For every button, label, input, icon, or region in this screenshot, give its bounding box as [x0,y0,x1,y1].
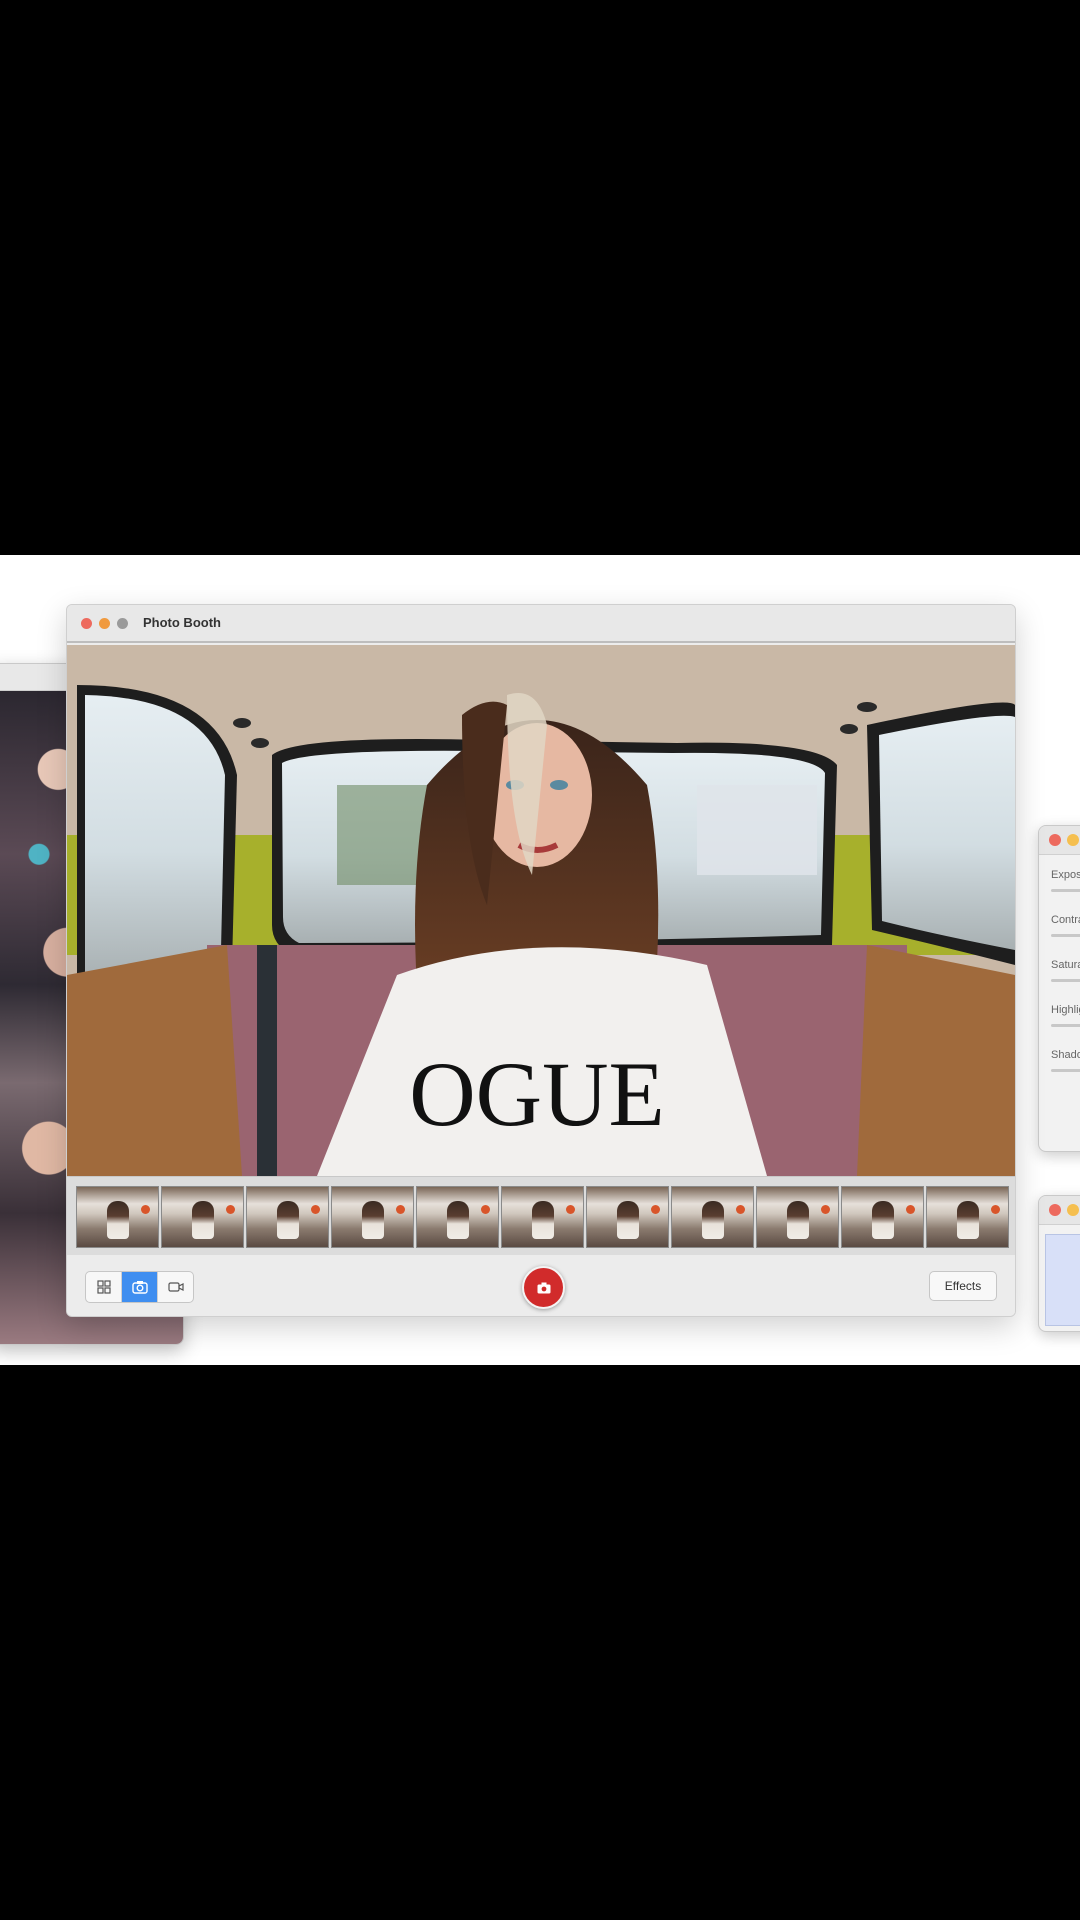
adjustment-saturation: Satura [1039,945,1080,990]
window-title: Photo Booth [143,615,221,630]
adjustment-label: Satura [1051,959,1080,971]
adjustment-exposure: Exposu [1039,855,1080,900]
title-bar: Photo Booth [67,605,1015,643]
view-mode-segmented-control [85,1271,194,1303]
zoom-button[interactable] [117,618,128,629]
shirt-text: OGUE [409,1043,665,1145]
camera-preview: OGUE [67,645,1015,1176]
adjustments-titlebar [1039,826,1080,855]
background-preview-window[interactable] [1038,1195,1080,1332]
camera-icon [537,1282,550,1293]
adjustment-shadows: Shado [1039,1035,1080,1080]
video-icon [167,1282,184,1292]
thumbnail[interactable] [501,1186,584,1248]
video-mode-button[interactable] [158,1272,193,1302]
bottom-toolbar: Effects [67,1255,1015,1316]
close-button[interactable] [81,618,92,629]
adjustments-window[interactable]: Exposu Contra Satura Highlig Shado [1038,825,1080,1152]
minimize-button[interactable] [1067,1204,1079,1216]
close-button[interactable] [1049,1204,1061,1216]
adjustment-label: Highlig [1051,1004,1080,1016]
camera-icon [131,1281,148,1294]
exposure-slider[interactable] [1051,889,1080,892]
thumbnail[interactable] [76,1186,159,1248]
adjustment-highlights: Highlig [1039,990,1080,1035]
effects-button[interactable]: Effects [929,1271,997,1301]
adjustment-label: Contra [1051,914,1080,926]
thumbnail[interactable] [161,1186,244,1248]
close-button[interactable] [1049,834,1061,846]
thumbnail[interactable] [416,1186,499,1248]
grid-view-button[interactable] [86,1272,122,1302]
highlights-slider[interactable] [1051,1024,1080,1027]
thumbnail[interactable] [586,1186,669,1248]
thumbnail[interactable] [331,1186,414,1248]
contrast-slider[interactable] [1051,934,1080,937]
adjustment-label: Shado [1051,1049,1080,1061]
adjustment-label: Exposu [1051,869,1080,881]
photo-booth-window: Photo Booth OGUE Effects [66,604,1016,1317]
thumbnail[interactable] [246,1186,329,1248]
adjustment-contrast: Contra [1039,900,1080,945]
saturation-slider[interactable] [1051,979,1080,982]
take-photo-button[interactable] [522,1266,565,1309]
preview-window-titlebar [1039,1196,1080,1225]
thumbnail[interactable] [841,1186,924,1248]
photo-mode-button[interactable] [122,1272,158,1302]
grid-icon [96,1280,111,1294]
desktop: Exposu Contra Satura Highlig Shado [0,555,1080,1365]
filmstrip [67,1176,1015,1256]
thumbnail[interactable] [926,1186,1009,1248]
camera-feed-image: OGUE [67,645,1015,1176]
thumbnail[interactable] [671,1186,754,1248]
thumbnail[interactable] [756,1186,839,1248]
minimize-button[interactable] [99,618,110,629]
preview-thumbnail [1045,1234,1080,1326]
shadows-slider[interactable] [1051,1069,1080,1072]
minimize-button[interactable] [1067,834,1079,846]
